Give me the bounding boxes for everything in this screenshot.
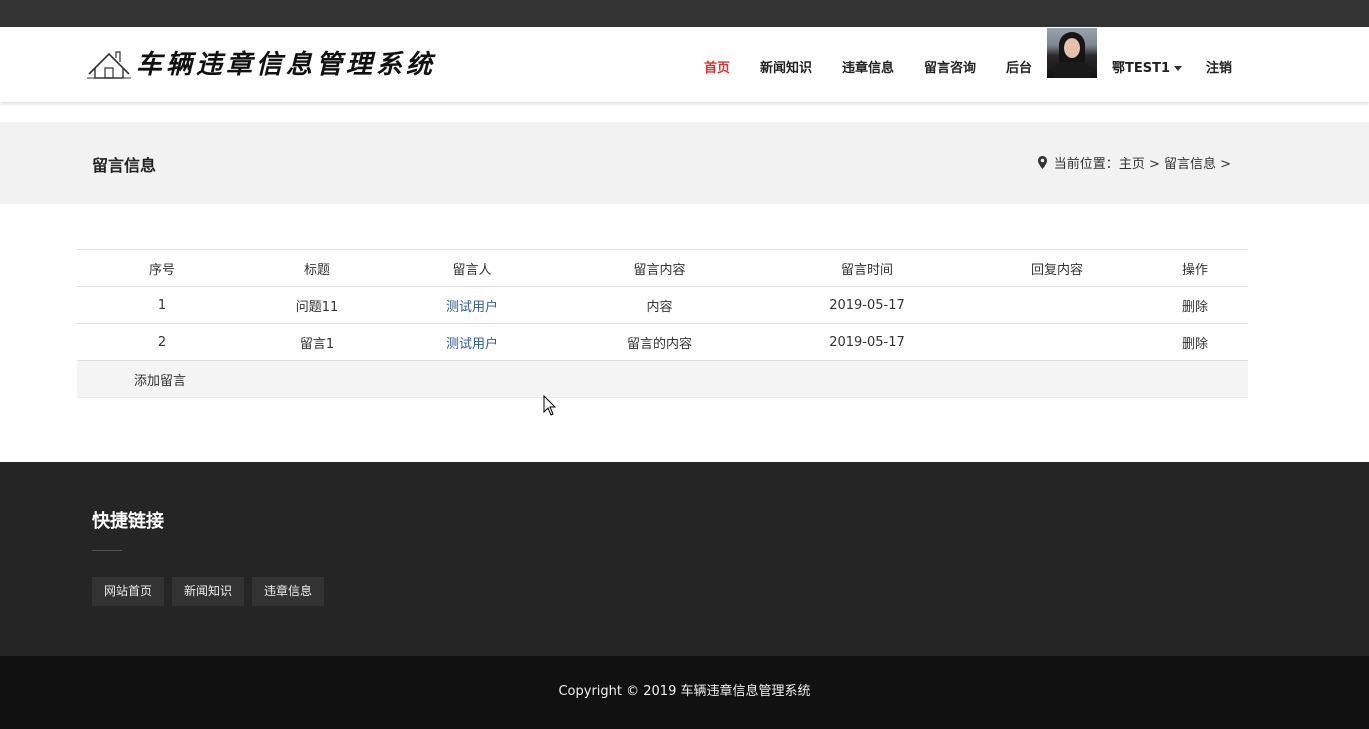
breadcrumb-prefix: 当前位置： — [1053, 157, 1119, 172]
col-no: 序号 — [77, 249, 247, 287]
col-author: 留言人 — [387, 249, 557, 287]
nav-messages[interactable]: 留言咨询 — [924, 57, 976, 76]
col-content: 留言内容 — [557, 249, 762, 287]
nav-home[interactable]: 首页 — [704, 57, 730, 76]
cell-reply — [972, 323, 1142, 361]
add-message-link[interactable]: 添加留言 — [134, 374, 186, 389]
logout-link[interactable]: 注销 — [1206, 57, 1232, 76]
site-footer: 快捷链接 网站首页 新闻知识 违章信息 — [0, 462, 1369, 656]
nav-violations[interactable]: 违章信息 — [842, 57, 894, 76]
caret-down-icon — [1174, 66, 1183, 71]
site-header: 车辆违章信息管理系统 首页 新闻知识 违章信息 留言咨询 后台 鄂TEST1 注… — [0, 27, 1369, 102]
table-row: 1 问题11 测试用户 内容 2019-05-17 删除 — [77, 286, 1248, 324]
cell-author: 测试用户 — [387, 323, 557, 361]
page-title: 留言信息 — [92, 156, 157, 175]
delete-button[interactable]: 删除 — [1142, 286, 1248, 324]
quick-link-violations[interactable]: 违章信息 — [252, 577, 325, 606]
mouse-cursor-icon — [543, 395, 557, 416]
col-time: 留言时间 — [762, 249, 972, 287]
user-name: 鄂TEST1 — [1112, 61, 1171, 76]
delete-button[interactable]: 删除 — [1142, 323, 1248, 361]
messages-table: 序号 标题 留言人 留言内容 留言时间 回复内容 操作 1 问题11 测试用户 … — [77, 249, 1248, 398]
table-header-row: 序号 标题 留言人 留言内容 留言时间 回复内容 操作 — [77, 249, 1248, 287]
map-pin-icon — [1037, 156, 1047, 169]
col-reply: 回复内容 — [972, 249, 1142, 287]
col-action: 操作 — [1142, 249, 1248, 287]
cell-content: 留言的内容 — [557, 323, 762, 361]
cell-title: 问题11 — [247, 286, 387, 324]
quick-links-title: 快捷链接 — [92, 511, 164, 532]
breadcrumb-path[interactable]: 主页 > 留言信息 > — [1119, 153, 1231, 172]
cell-content: 内容 — [557, 286, 762, 324]
site-logo[interactable]: 车辆违章信息管理系统 — [86, 42, 436, 82]
quick-link-home[interactable]: 网站首页 — [92, 577, 165, 606]
cell-time: 2019-05-17 — [762, 286, 972, 324]
site-name: 车辆违章信息管理系统 — [136, 49, 437, 80]
nav-news[interactable]: 新闻知识 — [760, 57, 812, 76]
top-bar — [0, 0, 1369, 27]
table-row: 2 留言1 测试用户 留言的内容 2019-05-17 删除 — [77, 323, 1248, 361]
quick-links: 网站首页 新闻知识 违章信息 — [92, 577, 325, 606]
cell-reply — [972, 286, 1142, 324]
cell-time: 2019-05-17 — [762, 323, 972, 361]
cell-no: 1 — [77, 286, 247, 324]
page-title-bar: 留言信息 当前位置： 主页 > 留言信息 > — [0, 122, 1369, 204]
quick-link-news[interactable]: 新闻知识 — [172, 577, 245, 606]
breadcrumb: 当前位置： 主页 > 留言信息 > — [1037, 153, 1231, 172]
divider — [92, 550, 122, 551]
user-menu[interactable]: 鄂TEST1 — [1112, 57, 1183, 76]
cell-author: 测试用户 — [387, 286, 557, 324]
cell-no: 2 — [77, 323, 247, 361]
house-icon — [87, 51, 131, 79]
table-footer-row: 添加留言 — [77, 360, 1248, 398]
user-avatar[interactable] — [1047, 28, 1097, 78]
nav-admin[interactable]: 后台 — [1006, 57, 1032, 76]
copyright: Copyright © 2019 车辆违章信息管理系统 — [0, 656, 1369, 729]
cell-title: 留言1 — [247, 323, 387, 361]
col-title: 标题 — [247, 249, 387, 287]
